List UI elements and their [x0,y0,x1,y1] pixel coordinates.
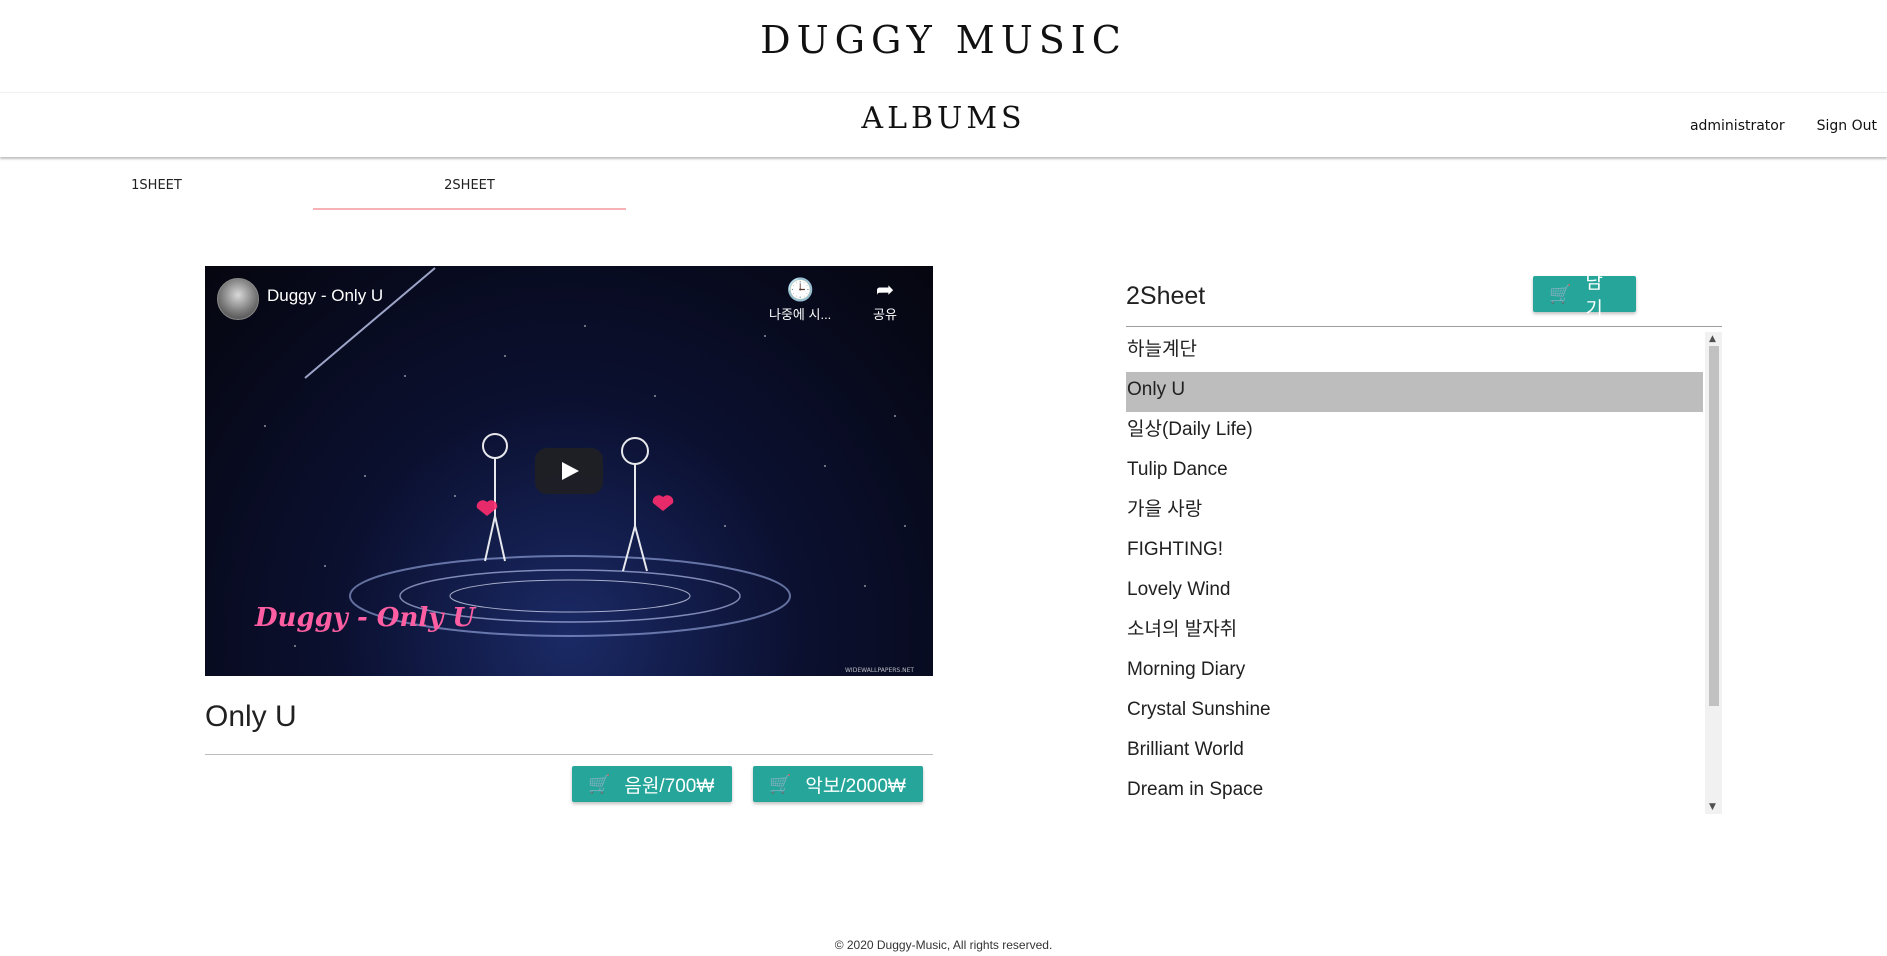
site-logo[interactable]: DUGGY MUSIC [0,18,1887,62]
tab-1sheet[interactable]: 1Sheet [0,168,313,210]
shopping-cart-icon: 🛒 [769,773,792,794]
song-title: Only U [205,700,297,733]
share-icon: ➦ [875,277,895,302]
video-watermark: WIDEWALLPAPERS.NET [845,667,914,674]
scroll-up-arrow-icon[interactable]: ▲ [1709,334,1716,344]
list-item[interactable]: Brilliant World [1126,732,1703,772]
divider [1126,326,1722,327]
watch-later-button[interactable]: 🕒 나중에 시... [769,278,831,323]
buy-sheet-label: 악보/2000₩ [805,775,906,797]
list-item[interactable]: Tulip Dance [1126,452,1703,492]
top-nav: ALBUMS administrator Sign Out [0,92,1887,157]
play-icon[interactable] [535,448,603,494]
list-item[interactable]: 하늘계단 [1126,332,1703,372]
buy-sheet-button[interactable]: 🛒 악보/2000₩ [753,766,923,802]
sheet-tabs: 1Sheet 2Sheet [0,168,626,210]
watch-later-label: 나중에 시... [769,307,832,322]
list-item[interactable]: 소녀의 발자취 [1126,612,1703,652]
list-item[interactable]: Dream in Space [1126,772,1703,812]
list-item[interactable]: FIGHTING! [1126,532,1703,572]
list-item[interactable]: 일상(Daily Life) [1126,412,1703,452]
buy-audio-label: 음원/700₩ [624,775,715,797]
divider [205,754,933,755]
tab-2sheet[interactable]: 2Sheet [313,168,626,210]
clock-icon: 🕒 [786,277,814,302]
channel-avatar[interactable] [217,278,259,320]
sheet-name: 2Sheet [1126,282,1206,310]
share-button[interactable]: ➦ 공유 [873,278,897,323]
song-list-scrollbar[interactable]: ▲ ▼ [1705,332,1722,814]
user-link[interactable]: administrator [1690,118,1785,134]
song-list[interactable]: 하늘계단 Only U 일상(Daily Life) Tulip Dance 가… [1126,332,1722,814]
share-label: 공유 [873,307,897,322]
list-item-selected[interactable]: Only U [1126,372,1703,412]
list-item[interactable]: Lovely Wind [1126,572,1703,612]
video-player[interactable]: Duggy - Only U WIDEWALLPAPERS.NET Duggy … [205,266,933,676]
nav-links: administrator Sign Out [1690,118,1877,134]
buy-audio-button[interactable]: 🛒 음원/700₩ [572,766,732,802]
list-item[interactable]: Morning Diary [1126,652,1703,692]
scrollbar-thumb[interactable] [1709,346,1719,706]
shopping-cart-icon: 🛒 [1549,283,1572,304]
page-title: ALBUMS [861,101,1026,136]
add-to-cart-label: 담기 [1585,272,1603,320]
list-item[interactable]: 가을 사랑 [1126,492,1703,532]
shopping-cart-icon: 🛒 [588,773,611,794]
footer-copyright: © 2020 Duggy-Music, All rights reserved. [834,938,1053,952]
video-overlay-text: Duggy - Only U [254,603,476,633]
list-item[interactable]: Crystal Sunshine [1126,692,1703,732]
scroll-down-arrow-icon[interactable]: ▼ [1709,802,1716,812]
sign-out-link[interactable]: Sign Out [1817,118,1877,134]
video-title[interactable]: Duggy - Only U [267,286,383,306]
add-to-cart-button[interactable]: 🛒 담기 [1533,272,1636,320]
